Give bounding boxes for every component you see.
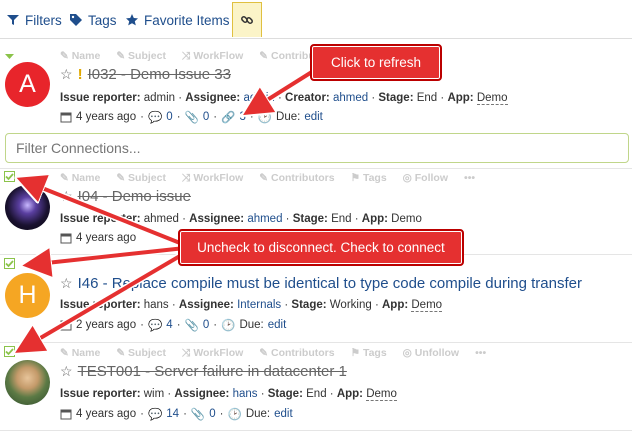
connect-callout: Uncheck to disconnect. Check to connect bbox=[178, 229, 464, 266]
connect-arrow bbox=[20, 251, 187, 350]
connect-arrow bbox=[28, 246, 186, 265]
connect-arrow bbox=[22, 180, 186, 247]
refresh-arrow bbox=[248, 68, 317, 112]
refresh-callout: Click to refresh bbox=[310, 44, 442, 81]
